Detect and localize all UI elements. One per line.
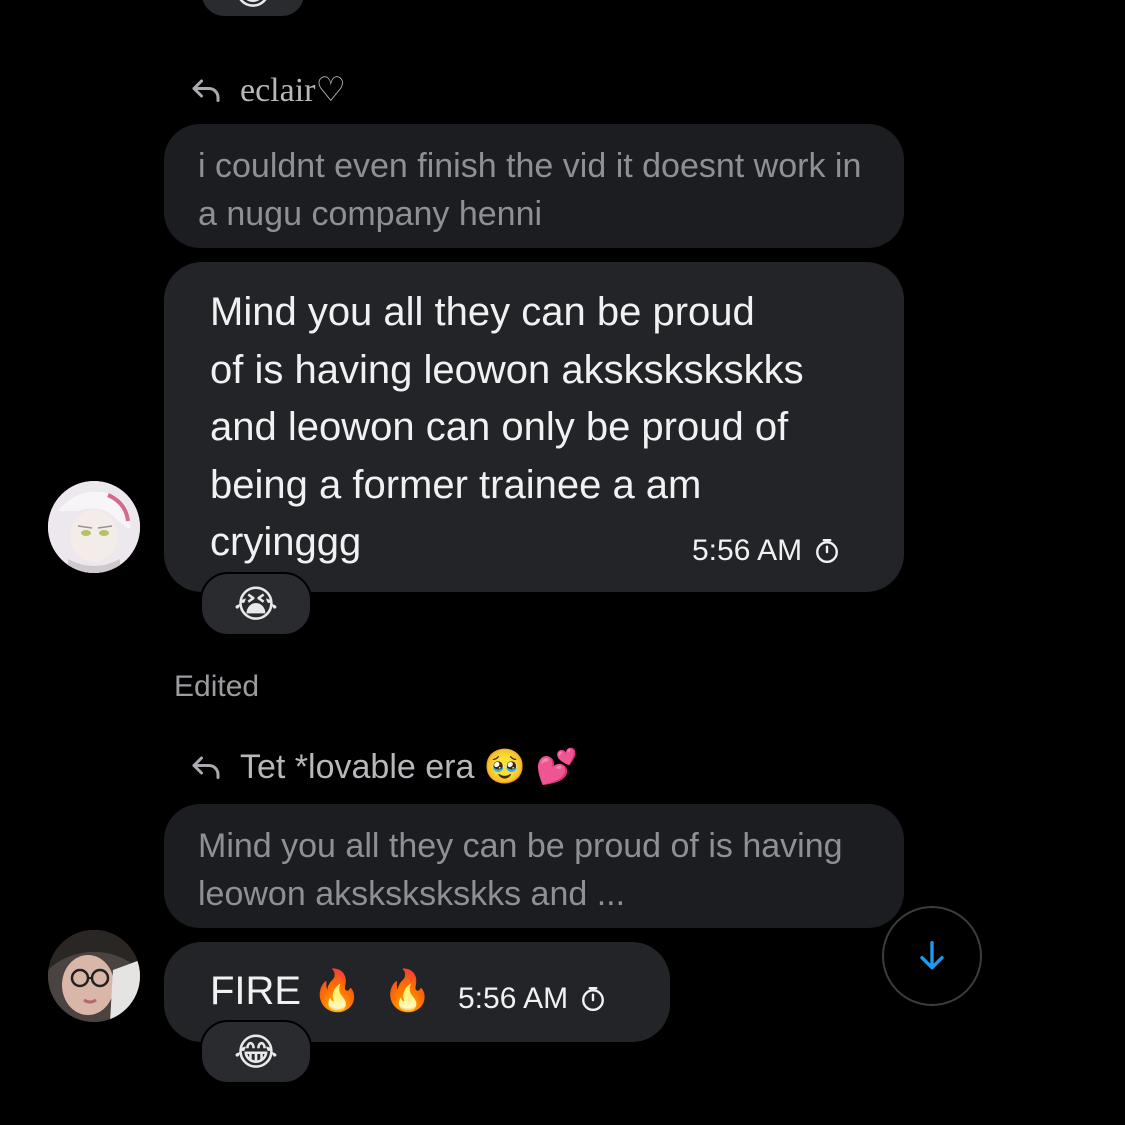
avatar-image: [48, 481, 140, 573]
avatar[interactable]: [48, 481, 140, 573]
message-emojis: 🔥 🔥: [312, 968, 433, 1014]
time-text: 5:56 AM: [692, 534, 803, 567]
reply-arrow-icon: [192, 79, 220, 102]
avatar-image: [48, 930, 140, 1022]
clock-icon: [816, 538, 839, 564]
reply-arrow-icon: [192, 756, 220, 779]
reply-to-name: eclair♡: [240, 72, 346, 109]
message-line: Mind you all they can be proud: [210, 290, 755, 334]
quoted-message[interactable]: Mind you all they can be proud of is hav…: [164, 804, 904, 928]
reply-header[interactable]: eclair♡: [188, 68, 346, 112]
message-line: and leowon can only be proud of: [210, 405, 789, 449]
reply-header[interactable]: Tet *lovable era 🥹 💕: [188, 744, 578, 790]
message-text: Mind you all they can be proud of is hav…: [210, 284, 804, 572]
quoted-text: Mind you all they can be proud of is hav…: [198, 827, 843, 913]
reaction-badge[interactable]: 😂: [200, 0, 306, 18]
reaction-badge[interactable]: 😂: [200, 1020, 312, 1084]
message-bubble[interactable]: Mind you all they can be proud of is hav…: [164, 262, 904, 592]
reaction-emoji: 😂: [231, 0, 275, 10]
quoted-message[interactable]: i couldnt even finish the vid it doesnt …: [164, 124, 904, 248]
avatar[interactable]: [48, 930, 140, 1022]
clock-icon: [582, 986, 605, 1012]
reaction-emoji: 😂: [233, 1030, 279, 1074]
reaction-emoji: 😭: [233, 582, 279, 626]
edited-label: Edited: [174, 670, 260, 703]
message-timestamp: 5:56 AM: [692, 534, 840, 568]
time-text: 5:56 AM: [458, 982, 569, 1015]
message-line: of is having leowon akskskskskks: [210, 347, 804, 392]
reply-to-name: Tet *lovable era 🥹 💕: [240, 748, 578, 786]
message-timestamp: 5:56 AM: [458, 982, 606, 1016]
reaction-badge[interactable]: 😭: [200, 572, 312, 636]
quoted-text: i couldnt even finish the vid it doesnt …: [198, 147, 862, 233]
scroll-to-bottom-button[interactable]: [882, 906, 982, 1006]
message-text: FIRE: [210, 969, 302, 1013]
message-line: being a former trainee a am: [210, 462, 702, 507]
arrow-down-icon: [920, 941, 944, 970]
